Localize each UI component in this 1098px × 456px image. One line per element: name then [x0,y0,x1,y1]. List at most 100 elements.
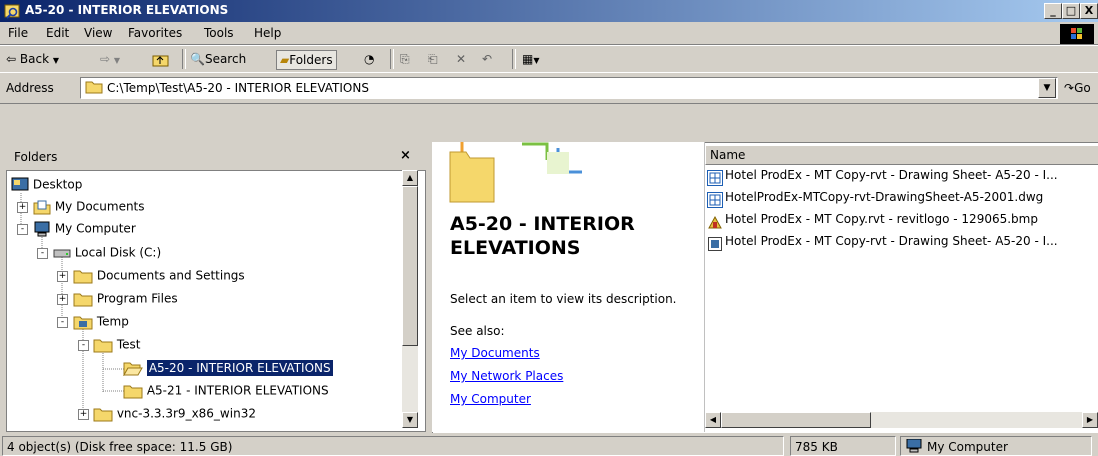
move-to-button[interactable]: ⎘ [400,50,410,68]
file-row[interactable]: HotelProdEx-MTCopy-rvt-DrawingSheet-A5-2… [707,190,1043,210]
column-header-name[interactable]: Name [705,145,1098,165]
forward-dropdown-icon[interactable]: ▼ [114,56,120,65]
tree-item-label: Desktop [32,177,83,192]
open-folder-icon [123,362,143,377]
link-my-network-places[interactable]: My Network Places [450,369,563,383]
tree-item-test[interactable]: Test [93,337,140,353]
close-pane-icon[interactable]: × [400,148,411,163]
search-button[interactable]: 🔍Search [190,50,246,68]
views-dropdown-icon[interactable]: ▼ [533,56,539,65]
menu-edit[interactable]: Edit [46,26,69,40]
scroll-thumb[interactable] [402,186,418,346]
back-button[interactable]: ⇦ Back ▼ [6,50,59,68]
pane-splitter[interactable] [426,142,430,432]
shared-folder-icon [73,316,93,330]
search-icon: 🔍 [190,52,205,66]
copy-to-icon: ⎗ [428,52,438,66]
status-objects: 4 object(s) (Disk free space: 11.5 GB) [7,440,233,454]
minimize-button[interactable]: _ [1044,3,1062,19]
expand-icon[interactable]: + [57,271,68,282]
column-header-label: Name [710,148,746,162]
tree-item-a5-20[interactable]: A5-20 - INTERIOR ELEVATIONS [123,359,333,377]
go-button[interactable]: ↷Go [1064,81,1091,95]
scroll-left-button[interactable]: ◀ [705,412,721,428]
close-button[interactable]: X [1080,3,1098,19]
menu-view[interactable]: View [84,26,112,40]
tree-item-a5-21[interactable]: A5-21 - INTERIOR ELEVATIONS [123,383,329,399]
collapse-icon[interactable]: - [37,248,48,259]
toolbar-separator [512,49,516,69]
move-to-icon: ⎘ [400,52,410,66]
expand-icon[interactable]: + [78,409,89,420]
address-dropdown-button[interactable]: ▼ [1038,78,1056,98]
back-dropdown-icon[interactable]: ▼ [53,56,59,65]
file-row[interactable]: Hotel ProdEx - MT Copy-rvt - Drawing She… [707,168,1058,188]
tree-item-desktop[interactable]: Desktop [11,177,82,193]
my-documents-icon [33,200,51,215]
file-name: Hotel ProdEx - MT Copy-rvt - Drawing She… [725,168,1058,182]
bmp-file-icon [708,215,722,229]
hard-drive-icon [53,249,71,258]
status-objects-panel: 4 object(s) (Disk free space: 11.5 GB) [2,436,784,456]
chevron-down-icon: ▼ [1043,83,1051,93]
html-file-icon [708,237,722,251]
up-folder-button[interactable] [152,50,170,68]
file-name: Hotel ProdEx - MT Copy.rvt - revitlogo -… [725,212,1038,226]
tree-item-temp[interactable]: Temp [73,314,129,330]
menu-favorites[interactable]: Favorites [128,26,182,40]
file-list-scrollbar[interactable]: ◀ ▶ [705,412,1098,428]
tree-item-label: Local Disk (C:) [74,245,162,260]
copy-to-button[interactable]: ⎗ [428,50,438,68]
file-row[interactable]: Hotel ProdEx - MT Copy-rvt - Drawing She… [707,234,1058,254]
expand-icon[interactable]: + [17,202,28,213]
title-bar[interactable]: A5-20 - INTERIOR ELEVATIONS _ □ X [0,0,1098,22]
collapse-icon[interactable]: - [17,224,28,235]
file-name: HotelProdEx-MTCopy-rvt-DrawingSheet-A5-2… [725,190,1044,204]
folders-icon: ▰ [280,53,290,67]
tree-item-label: Temp [96,314,129,329]
undo-button[interactable]: ↶ [482,50,492,68]
views-button[interactable]: ▦▼ [522,50,540,68]
link-my-documents[interactable]: My Documents [450,346,540,360]
maximize-button[interactable]: □ [1062,3,1080,19]
scroll-down-button[interactable]: ▼ [402,412,418,428]
address-bar: Address C:\Temp\Test\A5-20 - INTERIOR EL… [0,72,1098,104]
web-view-panel: A5-20 - INTERIOR ELEVATIONS Select an it… [432,142,705,432]
scroll-up-button[interactable]: ▲ [402,170,418,186]
collapse-icon[interactable]: - [78,340,89,351]
dwg-file-icon [707,192,723,208]
tree-item-local-disk[interactable]: Local Disk (C:) [53,245,161,261]
status-size-panel: 785 KB [790,436,896,456]
menu-file[interactable]: File [8,26,28,40]
collapse-icon[interactable]: - [57,317,68,328]
menu-tools[interactable]: Tools [204,26,234,40]
views-icon: ▦ [522,52,534,66]
delete-button[interactable]: ✕ [456,50,466,68]
menu-help[interactable]: Help [254,26,281,40]
toolbar-separator [182,49,186,69]
file-row[interactable]: Hotel ProdEx - MT Copy.rvt - revitlogo -… [707,212,1038,232]
expand-icon[interactable]: + [57,294,68,305]
back-arrow-icon: ⇦ [6,52,17,66]
tree-item-vnc[interactable]: vnc-3.3.3r9_x86_win32 [93,406,256,422]
link-my-computer[interactable]: My Computer [450,392,531,406]
address-input[interactable]: C:\Temp\Test\A5-20 - INTERIOR ELEVATIONS [80,77,1058,99]
go-arrow-icon: ↷ [1064,81,1075,95]
folder-tree-scrollbar[interactable]: ▲ ▼ [402,170,418,428]
forward-button[interactable]: ⇨ ▼ [100,50,120,68]
tree-item-label: Test [116,337,141,352]
my-computer-icon [906,439,922,453]
window-title: A5-20 - INTERIOR ELEVATIONS [25,3,229,17]
tree-item-documents-and-settings[interactable]: Documents and Settings [73,268,245,284]
tree-item-my-computer[interactable]: My Computer [33,221,136,237]
history-button[interactable]: ◔ [364,50,374,68]
scroll-thumb[interactable] [721,412,871,428]
folders-button[interactable]: ▰Folders [276,50,337,70]
tree-item-program-files[interactable]: Program Files [73,291,178,307]
status-bar: 4 object(s) (Disk free space: 11.5 GB) 7… [0,434,1098,456]
tree-item-my-documents[interactable]: My Documents [33,199,145,215]
folders-pane-title: Folders [14,150,58,164]
tree-item-label: A5-20 - INTERIOR ELEVATIONS [146,359,333,376]
tree-item-label: My Documents [54,199,145,214]
scroll-right-button[interactable]: ▶ [1082,412,1098,428]
